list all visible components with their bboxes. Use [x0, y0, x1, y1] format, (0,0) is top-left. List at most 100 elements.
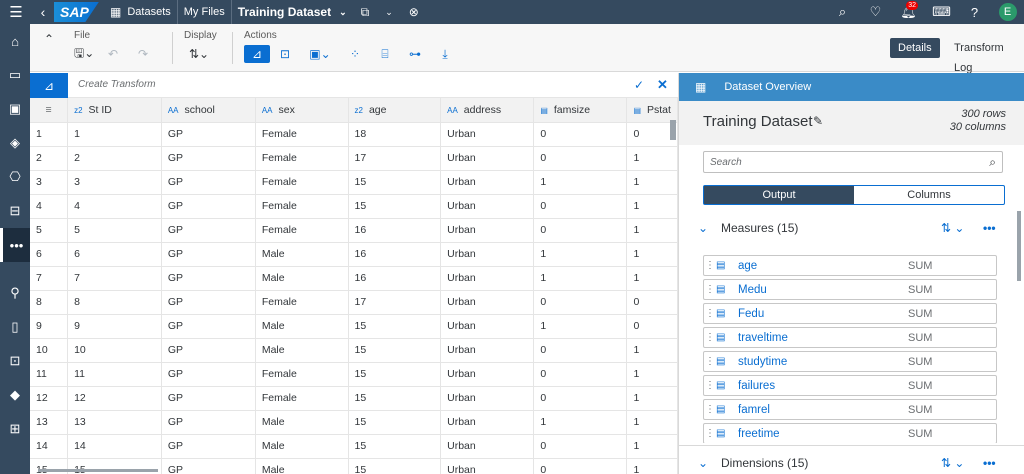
list-item[interactable]: ⋮ ▤ age SUM	[703, 255, 997, 276]
row-number[interactable]: 14	[30, 434, 69, 459]
table-cell[interactable]: 9	[67, 314, 162, 339]
table-row[interactable]: 9 9 GP Male 15 Urban 1 0	[30, 314, 678, 339]
table-cell[interactable]: GP	[161, 362, 256, 387]
table-cell[interactable]: 0	[533, 458, 628, 474]
table-cell[interactable]: 15	[348, 194, 442, 219]
table-cell[interactable]: 0	[533, 434, 628, 459]
table-cell[interactable]: GP	[161, 338, 256, 363]
list-item[interactable]: ⋮ ▤ Fedu SUM	[703, 303, 997, 324]
column-header[interactable]: AA address	[440, 98, 535, 123]
feedback-icon[interactable]: ⌨	[925, 0, 958, 24]
table-cell[interactable]: 1	[626, 458, 678, 474]
table-cell[interactable]: Urban	[440, 122, 535, 147]
table-cell[interactable]: 1	[67, 122, 162, 147]
deployment-icon[interactable]: ◆	[0, 378, 30, 412]
lightbulb-icon[interactable]: ♡	[859, 0, 892, 24]
chevron-down-icon[interactable]: ⌄	[695, 221, 711, 235]
connections-icon[interactable]: ⚲	[0, 276, 30, 310]
split-icon[interactable]: ⊶	[400, 45, 430, 63]
drag-handle-icon[interactable]: ⋮	[704, 428, 716, 439]
table-cell[interactable]: 1	[626, 338, 678, 363]
table-cell[interactable]: 0	[533, 194, 628, 219]
table-cell[interactable]: 0	[533, 146, 628, 171]
table-cell[interactable]: 1	[626, 170, 678, 195]
hamburger-menu-icon[interactable]: ☰	[0, 0, 32, 24]
row-number[interactable]: 7	[30, 266, 69, 291]
home-icon[interactable]: ⌂	[0, 24, 30, 58]
table-cell[interactable]: GP	[161, 194, 256, 219]
vertical-scrollbar[interactable]	[670, 120, 676, 140]
table-row[interactable]: 8 8 GP Female 17 Urban 0 0	[30, 290, 678, 315]
more-options-icon[interactable]: •••	[983, 456, 996, 470]
table-cell[interactable]: Urban	[440, 386, 535, 411]
share-icon[interactable]: ⧉	[353, 0, 378, 24]
table-cell[interactable]: 8	[67, 290, 162, 315]
table-cell[interactable]: Urban	[440, 338, 535, 363]
row-number[interactable]: 10	[30, 338, 69, 363]
select-all-corner[interactable]: ≡	[30, 98, 69, 123]
transform-icon[interactable]: ⊿	[30, 73, 68, 98]
table-cell[interactable]: Female	[255, 290, 349, 315]
table-row[interactable]: 3 3 GP Female 15 Urban 1 1	[30, 170, 678, 195]
collapse-toolbar-icon[interactable]: ⌃	[44, 32, 54, 46]
table-cell[interactable]: 15	[348, 410, 442, 435]
list-item[interactable]: ⋮ ▤ famrel SUM	[703, 399, 997, 420]
table-cell[interactable]: Urban	[440, 194, 535, 219]
table-cell[interactable]: GP	[161, 386, 256, 411]
table-cell[interactable]: 1	[626, 242, 678, 267]
table-cell[interactable]: 1	[533, 266, 628, 291]
table-row[interactable]: 10 10 GP Male 15 Urban 0 1	[30, 338, 678, 363]
files-icon[interactable]: ▭	[0, 58, 30, 92]
table-row[interactable]: 7 7 GP Male 16 Urban 1 1	[30, 266, 678, 291]
table-row[interactable]: 14 14 GP Male 15 Urban 0 1	[30, 434, 678, 459]
table-cell[interactable]: Female	[255, 122, 349, 147]
table-cell[interactable]: 16	[348, 218, 442, 243]
table-row[interactable]: 6 6 GP Male 16 Urban 1 1	[30, 242, 678, 267]
table-cell[interactable]: 13	[67, 410, 162, 435]
table-cell[interactable]: 1	[533, 410, 628, 435]
table-cell[interactable]: GP	[161, 146, 256, 171]
table-cell[interactable]: 1	[533, 314, 628, 339]
table-cell[interactable]: 15	[348, 458, 442, 474]
table-cell[interactable]: 1	[626, 266, 678, 291]
table-row[interactable]: 11 11 GP Female 15 Urban 0 1	[30, 362, 678, 387]
chevron-down-icon[interactable]: ⌄	[695, 456, 711, 470]
table-cell[interactable]: GP	[161, 410, 256, 435]
list-item[interactable]: ⋮ ▤ traveltime SUM	[703, 327, 997, 348]
sort-icon[interactable]: ⇅ ⌄	[941, 221, 964, 235]
list-item[interactable]: ⋮ ▤ studytime SUM	[703, 351, 997, 372]
table-cell[interactable]: Male	[255, 266, 349, 291]
filter-icon[interactable]: ⌸	[370, 45, 400, 63]
hierarchy-icon[interactable]: ⁘	[340, 45, 370, 63]
row-number[interactable]: 4	[30, 194, 69, 219]
table-row[interactable]: 5 5 GP Female 16 Urban 0 1	[30, 218, 678, 243]
table-cell[interactable]: 17	[348, 146, 442, 171]
table-cell[interactable]: Male	[255, 242, 349, 267]
digital-boardroom-icon[interactable]: ⎔	[0, 160, 30, 194]
save-icon[interactable]: 🖫︎⌄	[74, 45, 98, 63]
table-cell[interactable]: 1	[626, 362, 678, 387]
table-cell[interactable]: 0	[533, 290, 628, 315]
table-cell[interactable]: Urban	[440, 170, 535, 195]
table-cell[interactable]: Urban	[440, 218, 535, 243]
table-cell[interactable]: 1	[626, 434, 678, 459]
dimensions-section-header[interactable]: ⌄ Dimensions (15) ⇅ ⌄ •••	[695, 453, 1015, 473]
table-cell[interactable]: Female	[255, 386, 349, 411]
horizontal-scrollbar[interactable]	[38, 469, 158, 472]
list-item[interactable]: ⋮ ▤ Medu SUM	[703, 279, 997, 300]
table-cell[interactable]: Male	[255, 314, 349, 339]
table-cell[interactable]: GP	[161, 314, 256, 339]
row-number[interactable]: 9	[30, 314, 69, 339]
image-icon[interactable]: ▣⌄	[300, 45, 340, 63]
column-header[interactable]: z2 age	[348, 98, 442, 123]
table-cell[interactable]: Urban	[440, 146, 535, 171]
table-cell[interactable]: 3	[67, 170, 162, 195]
check-icon[interactable]: ✓	[634, 78, 644, 92]
table-cell[interactable]: 1	[626, 218, 678, 243]
table-cell[interactable]: Urban	[440, 434, 535, 459]
table-cell[interactable]: 1	[626, 146, 678, 171]
column-header[interactable]: ▤ famsize	[533, 98, 628, 123]
table-cell[interactable]: 12	[67, 386, 162, 411]
table-cell[interactable]: 15	[348, 434, 442, 459]
more-icon[interactable]: •••	[0, 228, 30, 262]
